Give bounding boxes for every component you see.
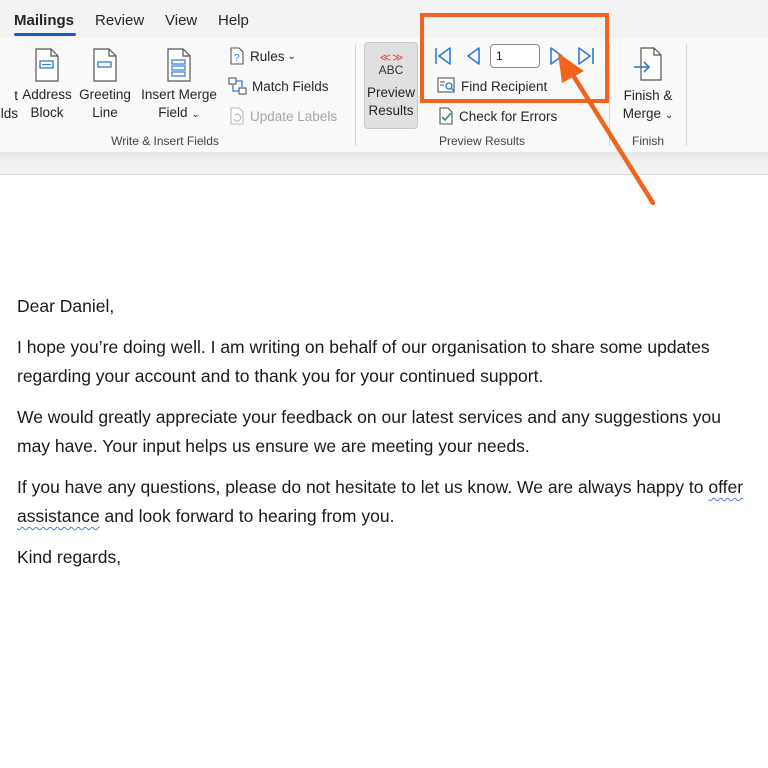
finish-merge-icon — [634, 47, 662, 81]
insert-merge-field-icon — [167, 48, 191, 82]
find-recipient-icon — [437, 77, 455, 93]
update-labels-button[interactable]: Update Labels — [228, 107, 337, 125]
salutation: Dear Daniel, — [17, 296, 115, 316]
preview-arrows-icon: ≪ ≫ — [379, 52, 403, 64]
paragraph: We would greatly appreciate your feedbac… — [17, 407, 721, 456]
tab-help[interactable]: Help — [218, 12, 249, 29]
group-separator — [355, 44, 356, 146]
paragraph: I hope you’re doing well. I am writing o… — [17, 337, 710, 386]
chevron-down-icon: ⌄ — [287, 50, 296, 62]
first-record-icon[interactable] — [433, 46, 453, 66]
clipped-ribbon-button[interactable]: t lds — [0, 87, 18, 123]
check-for-errors-icon — [439, 107, 453, 125]
group-separator — [609, 44, 610, 146]
finish-merge-button[interactable]: Finish & Merge ⌄ — [616, 47, 680, 125]
previous-record-icon[interactable] — [463, 46, 483, 66]
chevron-down-icon: ⌄ — [664, 110, 674, 121]
tab-review[interactable]: Review — [95, 12, 144, 29]
address-block-icon — [35, 48, 59, 82]
address-block-button[interactable]: Address Block — [20, 48, 74, 122]
tab-view[interactable]: View — [165, 12, 197, 29]
active-tab-indicator — [14, 33, 76, 36]
find-recipient-button[interactable]: Find Recipient — [437, 77, 547, 95]
match-fields-button[interactable]: Match Fields — [228, 77, 329, 95]
last-record-icon[interactable] — [576, 46, 596, 66]
update-labels-icon — [230, 107, 244, 125]
preview-results-button[interactable]: ≪ ≫ ABC Preview Results — [364, 42, 418, 129]
svg-text:?: ? — [234, 53, 240, 64]
match-fields-icon — [228, 77, 247, 95]
rules-button[interactable]: ? Rules ⌄ — [228, 47, 296, 65]
group-separator — [686, 44, 687, 146]
document-body[interactable]: Dear Daniel, I hope you’re doing well. I… — [17, 292, 752, 584]
paragraph: If you have any questions, please do not… — [17, 477, 744, 526]
check-for-errors-button[interactable]: Check for Errors — [437, 107, 557, 125]
next-record-icon[interactable] — [547, 46, 567, 66]
greeting-line-icon — [93, 48, 117, 82]
rules-icon: ? — [230, 47, 244, 65]
ribbon-tab-bar: Mailings Review View Help — [0, 0, 768, 38]
preview-results-group-label: Preview Results — [438, 134, 526, 148]
closing: Kind regards, — [17, 547, 122, 567]
greeting-line-button[interactable]: Greeting Line — [76, 48, 134, 122]
finish-group-label: Finish — [631, 134, 664, 148]
ribbon-bottom-shade — [0, 152, 768, 174]
insert-merge-field-button[interactable]: Insert Merge Field ⌄ — [137, 48, 221, 124]
record-number-input[interactable] — [490, 44, 540, 68]
tab-mailings[interactable]: Mailings — [14, 12, 74, 29]
chevron-down-icon: ⌄ — [191, 109, 200, 120]
write-insert-fields-group-label: Write & Insert Fields — [111, 134, 219, 148]
document-top-border — [0, 174, 768, 175]
